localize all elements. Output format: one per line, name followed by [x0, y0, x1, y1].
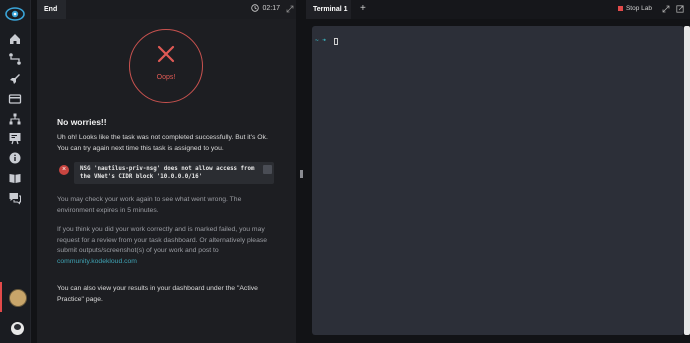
clock-icon: [251, 4, 260, 12]
error-message: NSG 'nautilus-priv-nsg' does not allow a…: [80, 166, 255, 180]
error-icon: ×: [59, 165, 69, 175]
panel-body: Oops! No worries!! Uh oh! Looks like the…: [37, 19, 296, 343]
oops-label: Oops!: [156, 74, 176, 81]
task-result-panel: End 02:17 Oops! No worries!! Uh oh! Look…: [37, 0, 296, 343]
scrollbar[interactable]: [684, 26, 690, 335]
dashboard-text: You can also view your results in your d…: [57, 285, 258, 303]
route-icon[interactable]: [8, 52, 22, 66]
review-text: If you think you did your work correctly…: [57, 225, 277, 267]
board-icon[interactable]: [8, 131, 22, 145]
resize-handle[interactable]: [300, 170, 303, 178]
error-message-box: NSG 'nautilus-priv-nsg' does not allow a…: [74, 162, 274, 184]
stop-icon: [617, 6, 623, 11]
chat-icon[interactable]: [8, 191, 22, 205]
check-again-text: You may check your work again to see wha…: [57, 196, 242, 214]
stop-lab-label: Stop Lab: [625, 5, 652, 12]
community-link[interactable]: community.kodekloud.com: [57, 258, 137, 265]
countdown-timer: 02:17: [251, 4, 280, 12]
sidebar: [0, 0, 31, 343]
add-tab-button[interactable]: +: [360, 3, 366, 14]
user-avatar[interactable]: [9, 289, 27, 307]
rocket-icon[interactable]: [8, 72, 22, 86]
terminal-header: Terminal 1 + Stop Lab: [306, 0, 690, 19]
tab-end[interactable]: End: [37, 0, 66, 19]
external-link-icon[interactable]: [676, 5, 684, 13]
eye-logo-icon[interactable]: [5, 6, 25, 22]
expand-icon[interactable]: [286, 5, 294, 13]
terminal-cursor: [334, 38, 338, 45]
intro-text: Uh oh! Looks like the task was not compl…: [57, 134, 268, 152]
org-chart-icon[interactable]: [8, 112, 22, 126]
panel-header: End 02:17: [37, 0, 296, 19]
home-icon[interactable]: [8, 32, 22, 46]
terminal-prompt: ~ ➜: [315, 37, 326, 44]
book-icon[interactable]: [8, 171, 22, 185]
info-icon[interactable]: [8, 151, 22, 165]
timer-value: 02:17: [262, 4, 280, 12]
close-icon: [157, 45, 175, 63]
terminal-window[interactable]: ~ ➜: [312, 26, 684, 335]
review-text-body: If you think you did your work correctly…: [57, 226, 268, 254]
tab-terminal-1[interactable]: Terminal 1: [306, 0, 351, 19]
profile-icon[interactable]: [11, 322, 24, 335]
card-icon[interactable]: [8, 92, 22, 106]
stop-lab-button[interactable]: Stop Lab: [617, 5, 652, 12]
failure-badge: Oops!: [129, 29, 203, 103]
result-heading: No worries!!: [57, 117, 107, 127]
expand-icon[interactable]: [662, 5, 670, 13]
copy-icon[interactable]: [263, 165, 272, 174]
terminal-panel: Terminal 1 + Stop Lab ~ ➜: [306, 0, 690, 343]
